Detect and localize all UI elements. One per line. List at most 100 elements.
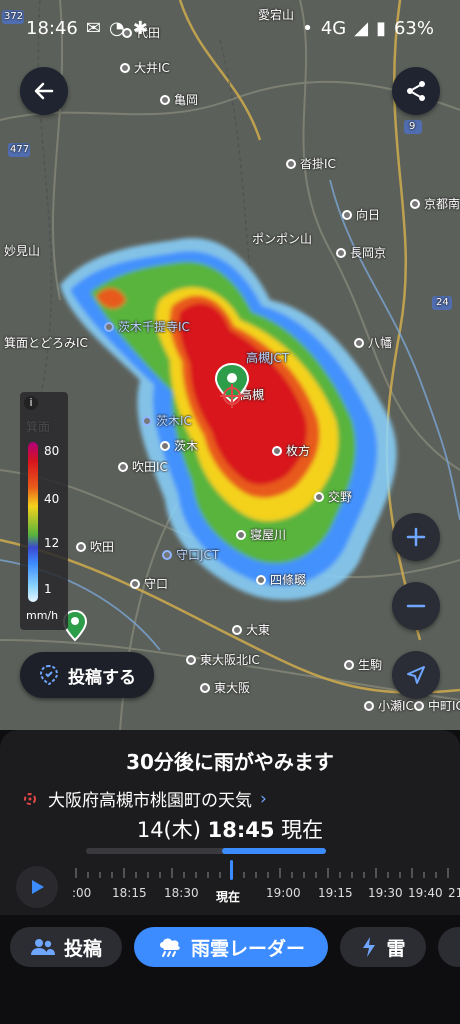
place-label[interactable]: 小瀬IC [364,697,414,714]
place-label[interactable]: 守口 [130,575,168,592]
timeline-label: 19:30 [368,886,403,900]
place-label[interactable]: 四條畷 [256,571,306,588]
dot-icon: • [302,17,313,39]
navigation-arrow-icon [407,666,425,684]
timeline-label-now: 現在 [216,890,241,904]
post-report-label: 投稿する [68,667,136,688]
share-button[interactable] [392,67,440,115]
play-icon [32,880,44,894]
play-button[interactable] [16,866,58,908]
timeline-ticks [75,868,449,878]
place-label[interactable]: 交野 [314,488,352,505]
rain-forecast-headline: 30分後に雨がやみます [126,750,334,774]
network-type: 4G [320,17,347,39]
rain-cloud-icon [159,938,180,957]
place-label[interactable]: 箕面とどろみIC [4,334,88,351]
people-icon [30,939,55,955]
zoom-in-button[interactable] [392,513,440,561]
battery-percent: 63% [393,17,434,39]
loading-progress-bar [86,848,326,854]
timeline-label: 19:40 [408,886,443,900]
rain-intensity-legend: i 80 40 12 1 mm/h [20,392,68,630]
timeline-cursor[interactable] [230,860,233,880]
post-report-button[interactable]: 投稿する [20,652,154,698]
legend-unit: mm/h [26,609,59,622]
timeline-label: 18:30 [164,886,199,900]
zoom-out-button[interactable] [392,582,440,630]
legend-tick: 12 [44,536,60,550]
post-pin-outline-icon [39,664,59,686]
place-label[interactable]: 茨木IC [142,412,192,429]
route-24-label: 24 [436,297,449,308]
clock: 18:46 [26,17,78,39]
timeline-scrubber[interactable]: :00 18:15 18:30 現在 19:00 19:15 19:30 19:… [72,858,460,908]
legend-color-bar [28,442,38,602]
app-icon: ✱ [132,17,148,39]
crosshair-icon [24,792,36,805]
place-label[interactable]: 吹田 [76,538,114,555]
place-label[interactable]: ポンポン山 [252,230,312,247]
place-label[interactable]: 中町IC [414,697,460,714]
timeline-label: 21: [448,886,460,900]
share-icon [407,81,425,101]
place-label[interactable]: 亀岡 [160,91,198,108]
back-button[interactable] [20,67,68,115]
place-label[interactable]: 八幡 [354,334,392,351]
signal-icon: ◢ [354,17,369,39]
place-label[interactable]: 大東 [232,621,270,638]
info-icon[interactable]: i [24,396,38,410]
location-weather-link[interactable]: 大阪府高槻市桃園町の天気 › [20,786,267,811]
route-477-label: 477 [10,144,30,155]
tab-rain-radar-label: 雨雲レーダー [190,937,305,960]
status-bar: 18:46 ✉ ◔ ✱ • 4G ◢ ▮ 63% [0,0,460,56]
place-label[interactable]: 京都南 [410,195,460,212]
location-name: 大阪府高槻市桃園町の天気 [48,791,252,811]
place-label[interactable]: 大井IC [120,59,170,76]
mail-icon: ✉ [85,17,101,39]
tab-lightning[interactable]: 雷 [340,927,426,967]
current-location-marker[interactable] [210,362,254,422]
date: 14(木) [136,818,201,842]
place-label[interactable]: 東大阪北IC [186,651,260,668]
place-label[interactable]: 沓掛IC [286,155,336,172]
time: 18:45 [207,818,275,842]
place-label[interactable]: 吹田IC [118,458,168,475]
progress-fill [222,848,326,854]
arrow-left-icon [34,82,54,100]
battery-icon: ▮ [376,17,386,39]
timeline-label: 19:00 [266,886,301,900]
place-label[interactable]: 茨木千提寺IC [104,318,190,335]
tab-more[interactable] [438,927,460,967]
timeline-label: :00 [72,886,92,900]
current-time-display: 14(木) 18:45 現在 [0,814,460,844]
tab-posts-label: 投稿 [63,937,102,960]
legend-tick: 80 [44,444,60,458]
tab-posts[interactable]: 投稿 [10,927,122,967]
place-label[interactable]: 生駒 [344,656,382,673]
plus-icon [406,527,426,547]
time-suffix: 現在 [281,818,324,842]
legend-tick: 1 [44,582,52,596]
place-label[interactable]: 茨木 [160,437,198,454]
route-9-label: 9 [409,121,416,132]
place-label[interactable]: 守口JCT [162,546,219,563]
my-location-button[interactable] [392,651,440,699]
place-label[interactable]: 妙見山 [4,242,40,259]
notification-icon: ◔ [108,17,125,39]
lightning-icon [363,937,376,957]
place-label[interactable]: 東大阪 [200,679,250,696]
radar-map[interactable]: 372 477 9 24 愛宕山 代田 大井IC 亀岡 沓掛IC 向日 京都南 … [0,0,460,730]
timeline-label: 18:15 [112,886,147,900]
legend-tick: 40 [44,492,60,506]
tab-rain-radar[interactable]: 雨雲レーダー [134,927,328,967]
bottom-tab-bar: 投稿 雨雲レーダー 雷 [0,915,460,1024]
minus-icon [406,604,426,608]
chevron-right-icon: › [260,788,267,809]
place-label[interactable]: 向日 [342,206,380,223]
place-label[interactable]: 寝屋川 [236,526,286,543]
timeline-label: 19:15 [318,886,353,900]
tab-lightning-label: 雷 [386,937,406,960]
place-label[interactable]: 枚方 [272,442,310,459]
forecast-sheet: 30分後に雨がやみます 大阪府高槻市桃園町の天気 › 14(木) 18:45 現… [0,730,460,915]
place-label[interactable]: 長岡京 [336,244,386,261]
